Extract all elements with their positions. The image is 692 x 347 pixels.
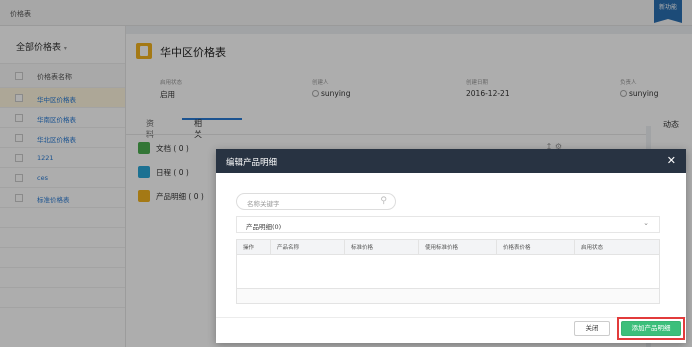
search-icon[interactable]: ⚲ <box>380 196 387 206</box>
column-header: 标准价格 <box>344 239 419 255</box>
search-placeholder: 名称关键字 <box>247 200 280 208</box>
horizontal-scrollbar[interactable] <box>236 289 660 304</box>
close-icon[interactable]: ✕ <box>667 154 676 167</box>
column-header: 操作 <box>236 239 271 255</box>
table-header-row: 操作 产品名称 标准价格 使用标准价格 价格表价格 启用状态 <box>236 239 660 255</box>
column-header: 价格表价格 <box>496 239 575 255</box>
column-header: 产品名称 <box>270 239 345 255</box>
search-input[interactable]: 名称关键字 ⚲ <box>236 193 396 210</box>
column-header: 使用标准价格 <box>418 239 497 255</box>
close-button[interactable]: 关闭 <box>574 321 610 336</box>
dialog-title: 编辑产品明细 <box>226 158 278 168</box>
product-details-table: 操作 产品名称 标准价格 使用标准价格 价格表价格 启用状态 <box>236 239 660 289</box>
highlight-box <box>617 317 685 340</box>
dialog-header: 编辑产品明细 ✕ <box>216 149 686 173</box>
section-label: 产品明细(0) <box>246 223 282 231</box>
edit-product-details-dialog: 编辑产品明细 ✕ 名称关键字 ⚲ 产品明细(0) ⌄ 操作 产品名称 标准价格 … <box>216 149 686 343</box>
product-details-section[interactable]: 产品明细(0) ⌄ <box>236 216 660 233</box>
chevron-down-icon[interactable]: ⌄ <box>643 219 649 227</box>
table-empty-row <box>236 254 660 289</box>
column-header: 启用状态 <box>574 239 660 255</box>
dialog-footer-divider <box>216 317 686 318</box>
